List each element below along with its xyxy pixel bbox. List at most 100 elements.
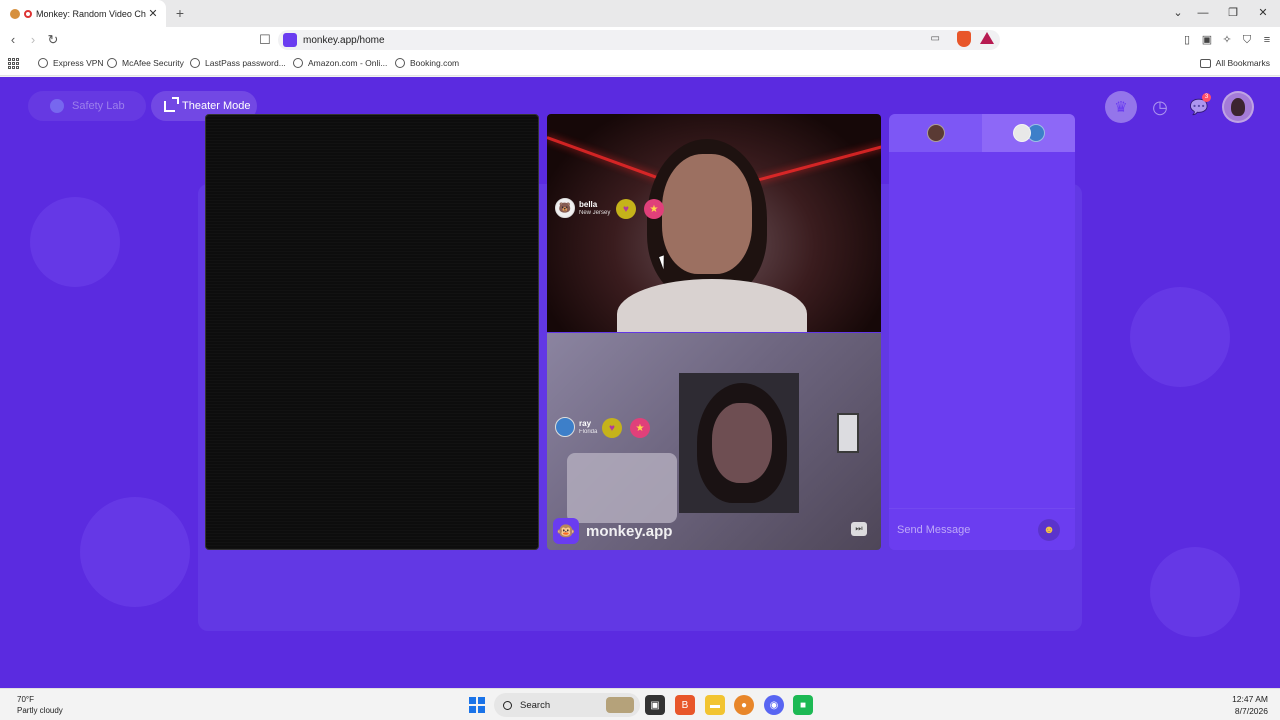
person-face: [662, 154, 752, 274]
bookmark-amazon[interactable]: Amazon.com - Onli...: [293, 58, 387, 68]
address-bar[interactable]: monkey.app/home ▭: [278, 30, 1000, 50]
chat-tab-group[interactable]: [982, 114, 1075, 152]
bookmark-booking[interactable]: Booking.com: [395, 58, 459, 68]
safety-lab-button[interactable]: Safety Lab: [28, 91, 146, 121]
chat-tab-single[interactable]: [889, 114, 982, 152]
brave-rewards-icon[interactable]: [980, 32, 994, 44]
heart-gem-icon[interactable]: ♥: [602, 418, 622, 438]
leo-ai-icon[interactable]: ✧: [1220, 33, 1234, 47]
user-badge-ray[interactable]: ray Florida: [555, 417, 597, 437]
monkey-favicon-icon: [10, 8, 20, 19]
url-text[interactable]: monkey.app/home: [303, 35, 385, 46]
background-frame: [837, 413, 859, 453]
background-pattern: [1130, 287, 1230, 387]
expand-icon: [164, 96, 179, 112]
monkey-watermark: 🐵 monkey.app: [553, 518, 672, 544]
background-pattern: [1150, 547, 1240, 637]
chat-panel: Send Message ☻: [889, 114, 1075, 550]
taskbar-search[interactable]: Search: [494, 693, 640, 717]
wallet-icon[interactable]: ▣: [1200, 33, 1214, 47]
avatar: [1012, 124, 1031, 142]
new-tab-button[interactable]: +: [172, 5, 188, 21]
crown-icon[interactable]: ♛: [1105, 91, 1137, 123]
folder-icon: [1199, 58, 1211, 68]
cast-icon[interactable]: ▭: [931, 33, 940, 44]
globe-icon: [107, 58, 117, 68]
bookmark-express-vpn[interactable]: Express VPN: [38, 58, 104, 68]
windows-taskbar: 70°F Partly cloudy Search ▣ B ▬ ● ◉ ■ 12…: [0, 688, 1280, 720]
minimize-button[interactable]: —: [1188, 0, 1218, 27]
chat-bubble-icon[interactable]: 💬 3: [1183, 91, 1215, 123]
user-badge-bella[interactable]: 🐻 bella New Jersey: [555, 198, 610, 218]
close-window-button[interactable]: ✕: [1248, 0, 1278, 27]
shield-icon: [50, 99, 64, 113]
skip-icon[interactable]: ⏭: [851, 522, 867, 536]
back-arrow-icon[interactable]: ‹: [5, 32, 21, 48]
forward-arrow-icon[interactable]: ›: [25, 32, 41, 48]
brave-browser-icon[interactable]: B: [675, 695, 695, 715]
task-view-icon[interactable]: ▣: [645, 695, 665, 715]
recording-icon: [24, 9, 32, 18]
user-location: New Jersey: [579, 209, 611, 216]
monkey-logo-icon: 🐵: [553, 518, 579, 544]
chat-tabs: [889, 114, 1075, 152]
neon-light: [739, 144, 881, 187]
avatar: [926, 124, 945, 142]
search-icon: [503, 700, 512, 710]
weather-temp: 70°F: [17, 695, 34, 704]
self-video: [205, 114, 539, 550]
vpn-shield-icon[interactable]: ⛉: [1240, 33, 1254, 47]
clock-time: 12:47 AM: [1232, 694, 1268, 704]
browser-toolbar: ‹ › ↻ ☐ monkey.app/home ▭ ▯ ▣ ✧ ⛉ ≡: [0, 27, 1280, 53]
bookmark-lastpass[interactable]: LastPass password...: [190, 58, 286, 68]
firefox-icon[interactable]: ●: [734, 695, 754, 715]
profile-avatar[interactable]: [1222, 91, 1254, 123]
sidebar-icon[interactable]: ▯: [1180, 33, 1194, 47]
background-pattern: [30, 197, 120, 287]
heart-gem-icon[interactable]: ♥: [616, 199, 636, 219]
menu-icon[interactable]: ≡: [1260, 33, 1274, 47]
tab-monkey[interactable]: Monkey: Random Video Chat ✕: [0, 0, 166, 27]
reload-icon[interactable]: ↻: [45, 32, 61, 48]
avatar-icon: [555, 417, 575, 437]
bear-avatar-icon: 🐻: [555, 198, 575, 218]
superlike-icon[interactable]: ★: [630, 418, 650, 438]
brand-text: monkey.app: [586, 522, 673, 540]
background-pattern: [80, 497, 190, 607]
brave-shields-icon[interactable]: [957, 31, 971, 47]
globe-icon: [293, 58, 303, 68]
clock-date: 8/7/2026: [1234, 706, 1268, 716]
history-clock-icon[interactable]: ◷: [1144, 91, 1176, 123]
person-face: [712, 403, 772, 483]
file-explorer-icon[interactable]: ▬: [705, 695, 725, 715]
apps-grid-icon[interactable]: [8, 58, 19, 69]
message-placeholder[interactable]: Send Message: [897, 524, 1038, 536]
windows-start-icon[interactable]: [469, 697, 485, 713]
globe-icon: [190, 58, 200, 68]
username: ray: [579, 418, 592, 428]
bookmarks-bar: Express VPN McAfee Security LastPass pas…: [0, 53, 1280, 76]
system-clock[interactable]: 12:47 AM 8/7/2026: [1232, 693, 1268, 717]
globe-icon: [395, 58, 405, 68]
message-input[interactable]: Send Message ☻: [889, 508, 1075, 550]
weather-widget[interactable]: 70°F Partly cloudy: [17, 694, 63, 716]
close-tab-icon[interactable]: ✕: [146, 7, 160, 20]
bookmark-icon[interactable]: ☐: [257, 32, 273, 48]
chat-notification-badge: 3: [1202, 93, 1211, 102]
username: bella: [579, 199, 598, 209]
all-bookmarks-button[interactable]: All Bookmarks: [1199, 58, 1270, 68]
person-shirt: [617, 279, 807, 332]
emoji-icon[interactable]: ☻: [1038, 518, 1060, 541]
user-location: Florida: [579, 428, 598, 435]
bookmark-mcafee[interactable]: McAfee Security: [107, 58, 184, 68]
restore-button[interactable]: ❐: [1218, 0, 1248, 27]
site-info-icon[interactable]: [283, 33, 297, 47]
app-icon[interactable]: ■: [793, 695, 813, 715]
globe-icon: [38, 58, 48, 68]
tab-title: Monkey: Random Video Chat: [36, 8, 146, 19]
superlike-icon[interactable]: ★: [644, 199, 664, 219]
weather-desc: Partly cloudy: [17, 706, 63, 715]
background-couch: [567, 453, 677, 523]
discord-icon[interactable]: ◉: [764, 695, 784, 715]
tab-strip: Monkey: Random Video Chat ✕ + ⌄ — ❐ ✕: [0, 0, 1280, 27]
